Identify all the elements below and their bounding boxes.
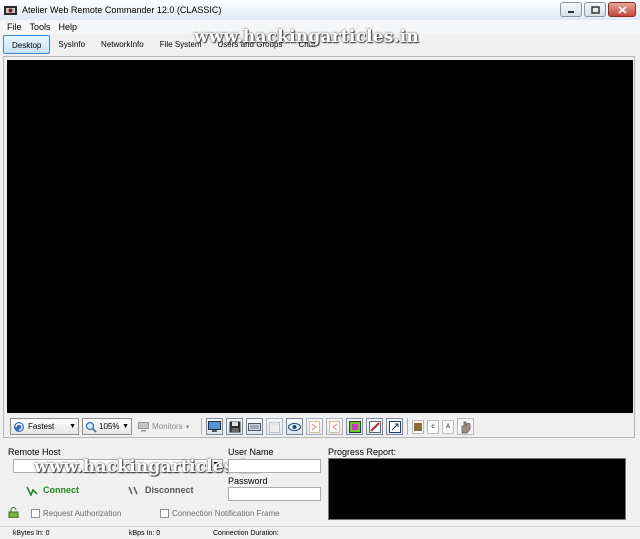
maximize-icon [590,5,600,14]
menu-file[interactable]: File [3,22,26,32]
fullscreen-icon [388,420,401,433]
page-left-button[interactable] [326,418,343,435]
remote-screen[interactable] [7,60,633,413]
c-icon: c [431,423,435,430]
tab-networkinfo[interactable]: NetworkInfo [93,35,152,54]
tab-desktop[interactable]: Desktop [3,35,51,54]
fullscreen-button[interactable] [386,418,403,435]
monitors-label: Monitors [152,422,183,431]
clipboard-icon [269,421,280,433]
status-bar: kBytes In: 0 kBps In: 0 Connection Durat… [0,526,640,539]
connection-panel: Remote Host ▼ www.hackingarticles.in Con… [0,441,640,526]
monitor-icon [138,421,149,431]
zoom-select[interactable]: 105% ▼ [82,418,132,435]
edit-button[interactable] [366,418,383,435]
connect-button[interactable]: Connect [26,484,79,496]
password-label: Password [228,476,268,486]
close-icon [617,5,627,14]
toolbar-separator [407,418,408,435]
connection-duration-status: Connection Duration: [213,529,279,537]
c-button[interactable]: c [427,419,439,434]
menu-tools[interactable]: Tools [26,22,55,32]
kbytes-in-status: kBytes In: 0 [13,529,50,537]
watermark-top: www.hackingarticles.in [194,27,419,47]
speed-value: Fastest [28,422,55,431]
progress-report-box [328,458,626,520]
hand-button[interactable] [457,418,474,435]
kbps-in-status: kBps In: 0 [129,529,161,537]
keyboard-icon [248,422,261,431]
magnifier-icon [85,421,97,433]
password-field[interactable] [228,487,321,501]
app-icon [4,4,17,17]
chevron-down-icon: ▼ [69,423,76,430]
minimize-button[interactable] [560,2,582,17]
display-button[interactable] [206,418,223,435]
refresh-icon [14,421,24,432]
arrow-icon: A [445,423,450,430]
a-button[interactable] [412,419,424,434]
connection-notification-label: Connection Notification Frame [172,509,280,518]
request-authorization-label: Request Authorization [43,509,122,518]
disconnect-label: Disconnect [145,485,194,495]
color-button[interactable] [346,418,363,435]
window-title: Atelier Web Remote Commander 12.0 (CLASS… [22,5,222,15]
desktop-toolbar: Fastest ▼ 105% ▼ Monitors ▾ c A [10,417,474,436]
progress-report-label: Progress Report: [328,447,397,457]
minimize-icon [568,10,574,13]
remote-host-label: Remote Host [8,447,61,457]
arrow-button[interactable]: A [442,419,454,434]
hand-icon [461,421,470,433]
monitors-select[interactable]: Monitors ▾ [135,418,197,435]
edit-icon [368,420,381,433]
save-icon [229,421,240,432]
page-right-button[interactable] [306,418,323,435]
color-icon [348,420,361,433]
eye-icon [288,422,301,431]
tab-sysinfo[interactable]: SysInfo [50,35,93,54]
lock-icon [8,507,19,518]
chevron-down-icon: ▾ [185,423,190,431]
save-button[interactable] [226,418,243,435]
disconnect-icon [128,486,138,495]
menu-help[interactable]: Help [55,22,82,32]
chevron-down-icon: ▼ [122,423,129,430]
zoom-value: 105% [99,422,120,431]
user-name-label: User Name [228,447,274,457]
toolbar-separator [201,418,202,435]
page-left-icon [329,420,340,433]
close-button[interactable] [608,2,636,17]
clipboard-button[interactable] [266,418,283,435]
maximize-button[interactable] [584,2,606,17]
remote-desktop-panel: Fastest ▼ 105% ▼ Monitors ▾ c A [3,56,635,438]
connect-label: Connect [43,485,79,495]
view-button[interactable] [286,418,303,435]
request-authorization-checkbox[interactable] [31,509,40,518]
title-bar: Atelier Web Remote Commander 12.0 (CLASS… [0,0,640,20]
connection-notification-checkbox[interactable] [160,509,169,518]
speed-select[interactable]: Fastest ▼ [10,418,79,435]
keyboard-button[interactable] [246,418,263,435]
disconnect-button[interactable]: Disconnect [128,484,194,496]
user-name-field[interactable] [228,459,321,473]
display-icon [208,421,221,432]
watermark-bottom: www.hackingarticles.in [34,457,259,477]
page-right-icon [309,420,320,433]
connect-icon [26,486,38,496]
a-icon [414,422,422,431]
